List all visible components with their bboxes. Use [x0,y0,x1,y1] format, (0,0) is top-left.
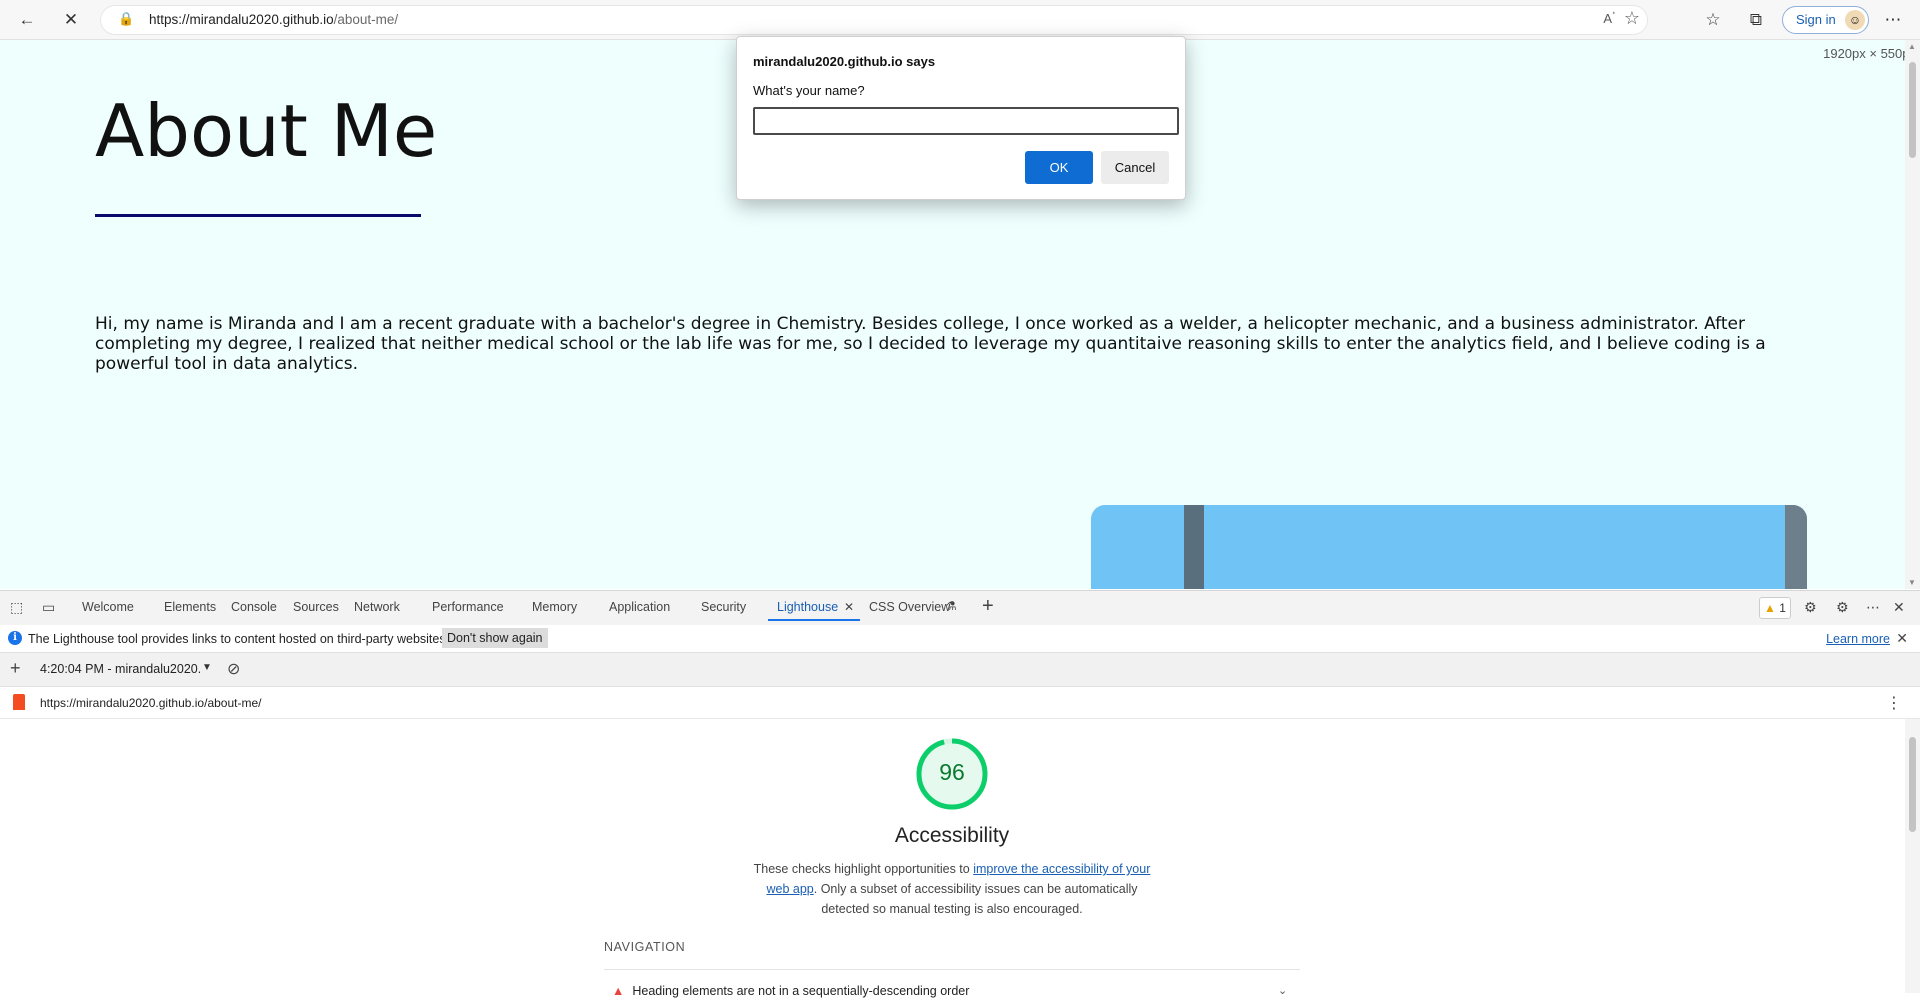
tab-sources[interactable]: Sources [293,600,339,614]
customize-icon[interactable]: ⚙ [1836,599,1849,616]
ok-button[interactable]: OK [1025,151,1093,184]
report-selector[interactable]: 4:20:04 PM - mirandalu2020.github.io [40,662,200,676]
inspect-element-icon[interactable]: ⬚ [10,599,23,616]
settings-gear-icon[interactable]: ⚙ [1804,599,1817,616]
dropdown-arrow-icon[interactable]: ▼ [202,662,212,673]
report-menu-icon[interactable]: ⋮ [1886,693,1902,713]
tab-welcome[interactable]: Welcome [82,600,134,614]
tab-application[interactable]: Application [609,600,670,614]
clear-reports-icon[interactable]: ⊘ [227,659,240,679]
warning-icon: ▲ [1764,601,1776,615]
audit-item-label: Heading elements are not in a sequential… [632,984,970,998]
fail-triangle-icon: ▲ [612,984,625,998]
scroll-up-icon[interactable]: ▲ [1908,42,1916,51]
intro-paragraph: Hi, my name is Miranda and I am a recent… [95,314,1766,374]
new-report-plus-icon[interactable]: + [10,658,21,679]
device-emulation-icon[interactable]: ▭ [42,599,55,616]
chevron-down-icon[interactable]: ⌄ [1278,984,1287,997]
report-scrollbar[interactable] [1905,719,1920,993]
active-tab-indicator [768,619,860,621]
info-bar: i The Lighthouse tool provides links to … [0,625,1920,653]
cancel-button[interactable]: Cancel [1101,151,1169,184]
url-host: https://mirandalu2020.github.io [149,12,334,27]
name-input[interactable] [753,107,1179,135]
section-divider [604,969,1300,970]
sign-in-label: Sign in [1796,12,1836,27]
tab-security[interactable]: Security [701,600,746,614]
score-value: 96 [939,759,965,785]
tab-network[interactable]: Network [354,600,400,614]
tab-performance[interactable]: Performance [432,600,504,614]
lock-icon[interactable]: 🔒 [118,11,134,27]
title-underline [95,214,421,217]
photo-frame-right [1785,505,1807,589]
tab-css-overview[interactable]: CSS Overview [869,600,950,614]
desc-text-after: . Only a subset of accessibility issues … [813,882,1138,916]
desc-text-before: These checks highlight opportunities to [753,862,974,876]
info-text: The Lighthouse tool provides links to co… [28,632,450,646]
info-icon: i [8,631,22,645]
sign-in-button[interactable]: Sign in ☺ [1782,6,1869,34]
add-favorite-icon[interactable]: ☆ [1624,8,1640,29]
dialog-title: mirandalu2020.github.io says [753,54,936,69]
report-url[interactable]: https://mirandalu2020.github.io/about-me… [40,696,261,710]
page-scroll-thumb[interactable] [1909,62,1916,158]
more-options-icon[interactable]: ⋯ [1880,7,1906,33]
page-scrollbar[interactable]: ▲ ▼ [1905,40,1920,589]
dialog-message: What's your name? [753,83,865,98]
score-gauge[interactable]: 96 [915,737,989,811]
url-path: /about-me/ [333,12,399,27]
report-url-row: https://mirandalu2020.github.io/about-me… [0,687,1920,719]
close-info-icon[interactable]: ✕ [1896,630,1908,647]
section-header-navigation: NAVIGATION [604,940,686,954]
category-title: Accessibility [894,824,1010,847]
page-title: About Me [95,89,438,173]
experiment-flask-icon: ⚗ [946,599,957,613]
learn-more-link[interactable]: Learn more [1826,632,1890,646]
stop-loading-icon[interactable]: ✕ [58,7,84,33]
close-tab-icon[interactable]: ✕ [844,600,854,614]
scroll-down-icon[interactable]: ▼ [1908,578,1916,587]
browser-toolbar: ← ✕ 🔒 https://mirandalu2020.github.io/ab… [0,0,1920,40]
warning-count: 1 [1779,601,1786,615]
collections-icon[interactable]: ⧉ [1743,7,1769,33]
address-url[interactable]: https://mirandalu2020.github.io/about-me… [149,12,398,27]
tab-elements[interactable]: Elements [164,600,216,614]
profile-photo [1091,505,1807,589]
tab-lighthouse[interactable]: Lighthouse [777,600,838,614]
category-description: These checks highlight opportunities to … [752,859,1152,919]
favorites-icon[interactable]: ☆ [1700,7,1726,33]
warnings-badge[interactable]: ▲ 1 [1759,597,1791,619]
avatar: ☺ [1845,10,1865,30]
viewport-dimensions-label: 1920px × 550px [1823,46,1916,61]
report-scroll-thumb[interactable] [1909,737,1916,832]
photo-frame-left [1184,505,1204,589]
more-tabs-plus-icon[interactable]: + [982,595,994,618]
audit-item[interactable]: ▲ Heading elements are not in a sequentia… [612,984,969,998]
address-bar[interactable]: 🔒 https://mirandalu2020.github.io/about-… [100,5,1648,35]
lighthouse-toolbar: + 4:20:04 PM - mirandalu2020.github.io ▼… [0,653,1920,687]
tab-memory[interactable]: Memory [532,600,577,614]
dont-show-again-button[interactable]: Don't show again [442,628,548,648]
close-devtools-icon[interactable]: ✕ [1893,599,1905,616]
prompt-dialog: mirandalu2020.github.io says What's your… [736,36,1186,200]
lighthouse-logo-icon [13,694,25,710]
devtools-more-icon[interactable]: ⋯ [1866,599,1880,616]
read-aloud-icon[interactable]: A۟ [1603,11,1612,27]
back-arrow-icon[interactable]: ← [14,7,40,33]
devtools-tabbar: ⬚ ▭ Welcome Elements Console Sources Net… [0,590,1920,626]
tab-console[interactable]: Console [231,600,277,614]
